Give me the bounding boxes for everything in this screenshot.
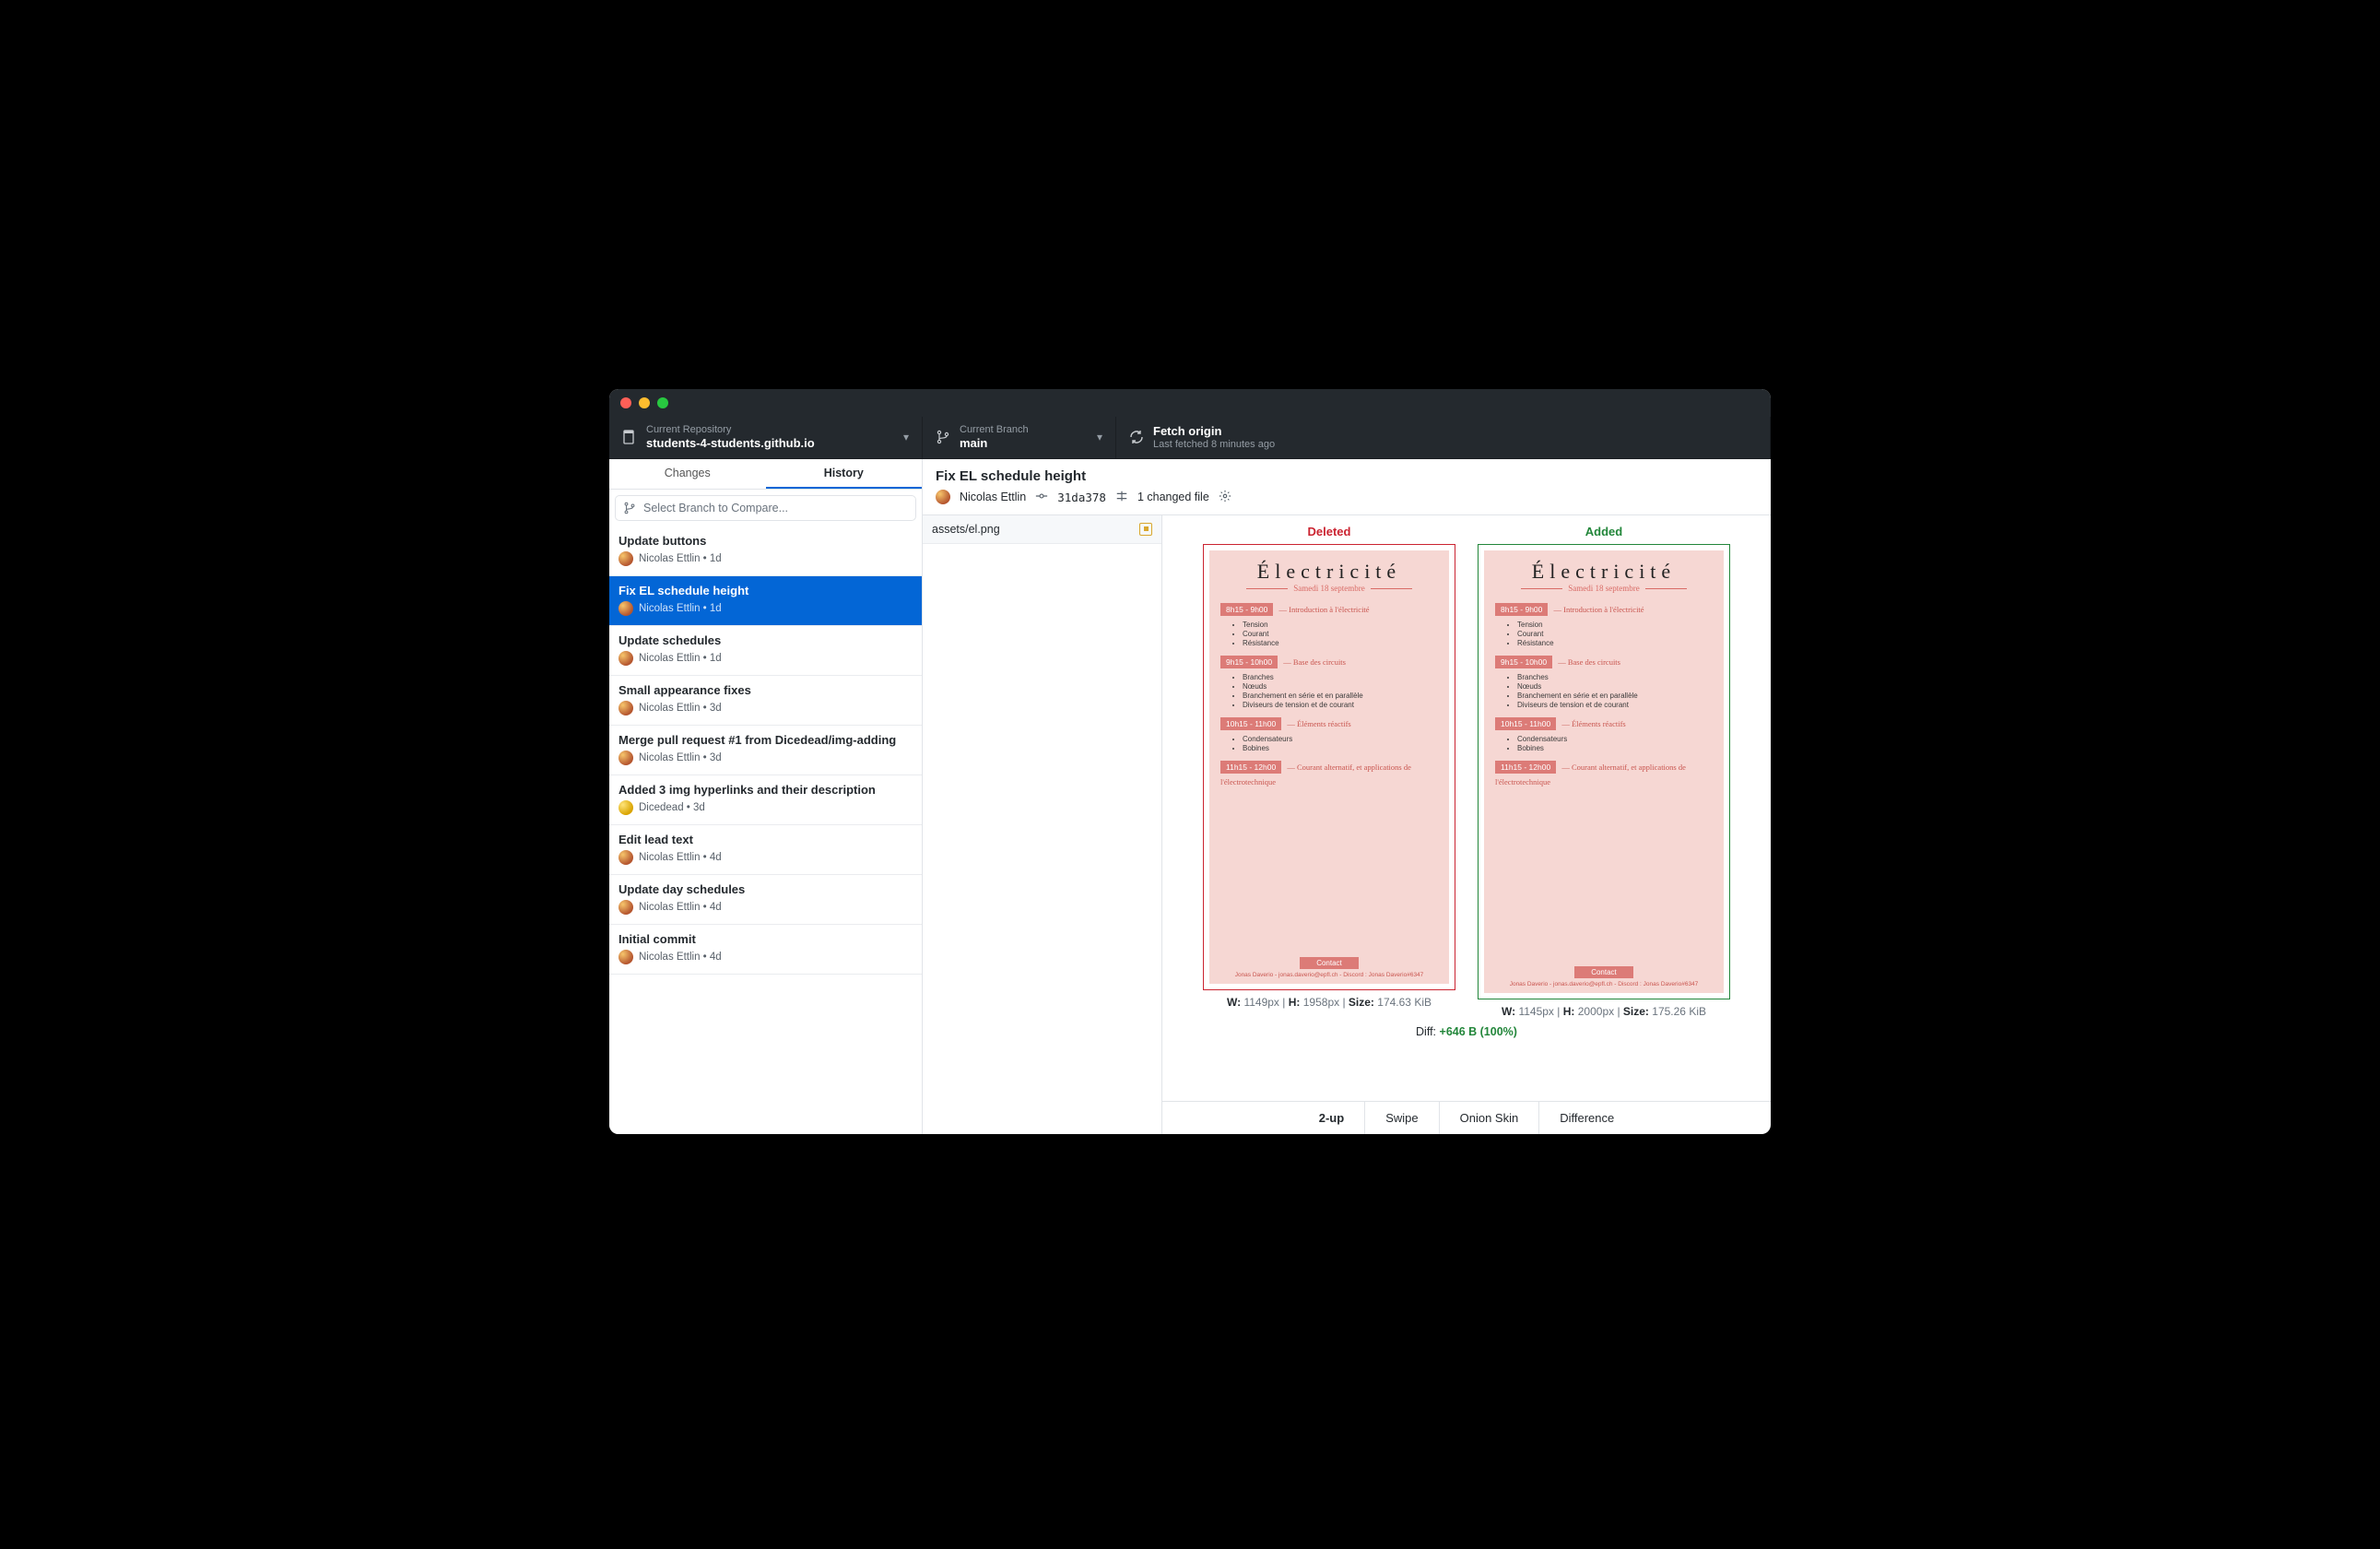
titlebar [609, 389, 1771, 417]
view-tab-difference[interactable]: Difference [1539, 1102, 1634, 1134]
tab-changes[interactable]: Changes [609, 459, 766, 489]
commit-item[interactable]: Added 3 img hyperlinks and their descrip… [609, 775, 922, 825]
tab-history[interactable]: History [766, 459, 923, 489]
branch-icon [936, 430, 950, 444]
avatar [619, 751, 633, 765]
repo-icon [622, 430, 637, 444]
chevron-down-icon: ▾ [1097, 431, 1102, 443]
commit-item[interactable]: Edit lead text Nicolas Ettlin • 4d [609, 825, 922, 875]
changed-files: 1 changed file [1137, 491, 1209, 503]
sidebar-tabs: Changes History [609, 459, 922, 490]
commit-item[interactable]: Fix EL schedule height Nicolas Ettlin • 1… [609, 576, 922, 626]
added-label: Added [1478, 525, 1730, 538]
branch-compare-select[interactable]: Select Branch to Compare... [615, 495, 916, 521]
avatar [619, 651, 633, 666]
commit-icon [1035, 490, 1048, 505]
commit-item-title: Merge pull request #1 from Dicedead/img-… [619, 733, 913, 747]
commit-list: Update buttonsNicolas Ettlin • 1dFix EL … [609, 526, 922, 975]
file-path: assets/el.png [932, 523, 1000, 536]
avatar [619, 551, 633, 566]
commit-item-meta: Nicolas Ettlin • 4d [619, 850, 913, 865]
commit-item-title: Update day schedules [619, 882, 913, 896]
avatar [619, 900, 633, 915]
commit-item-meta: Nicolas Ettlin • 3d [619, 751, 913, 765]
file-item[interactable]: assets/el.png [923, 515, 1161, 544]
commit-item-meta: Nicolas Ettlin • 1d [619, 601, 913, 616]
avatar [619, 950, 633, 964]
commit-item-meta: Nicolas Ettlin • 1d [619, 551, 913, 566]
diff-size-line: Diff: +646 B (100%) [1175, 1025, 1758, 1038]
sidebar: Changes History Select Branch to Compare… [609, 459, 923, 1134]
diff-deleted-column: Deleted ÉlectricitéSamedi 18 septembre8h… [1203, 525, 1455, 1018]
branch-compare-placeholder: Select Branch to Compare... [643, 502, 788, 514]
commit-item-title: Update buttons [619, 534, 913, 548]
branch-name: main [960, 436, 1029, 451]
commit-item-meta: Nicolas Ettlin • 4d [619, 950, 913, 964]
view-tab-swipe[interactable]: Swipe [1365, 1102, 1439, 1134]
commit-item[interactable]: Update day schedules Nicolas Ettlin • 4d [609, 875, 922, 925]
sync-icon [1129, 430, 1144, 444]
branch-icon [623, 502, 636, 514]
minimize-window-button[interactable] [639, 397, 650, 408]
commit-item-meta: Nicolas Ettlin • 3d [619, 701, 913, 715]
chevron-down-icon: ▾ [903, 431, 909, 443]
avatar [936, 490, 950, 504]
close-window-button[interactable] [620, 397, 631, 408]
deleted-image: ÉlectricitéSamedi 18 septembre8h15 - 9h0… [1203, 544, 1455, 990]
fetch-subtitle: Last fetched 8 minutes ago [1153, 439, 1275, 451]
commit-item-title: Small appearance fixes [619, 683, 913, 697]
branch-selector[interactable]: Current Branch main ▾ [923, 417, 1116, 458]
repo-name: students-4-students.github.io [646, 436, 815, 451]
gear-icon[interactable] [1219, 490, 1231, 505]
commit-item-title: Initial commit [619, 932, 913, 946]
file-list: assets/el.png [923, 515, 1162, 1134]
fetch-origin-button[interactable]: Fetch origin Last fetched 8 minutes ago [1116, 417, 1771, 458]
avatar [619, 800, 633, 815]
commit-item-title: Added 3 img hyperlinks and their descrip… [619, 783, 913, 797]
commit-title: Fix EL schedule height [936, 468, 1758, 484]
header-bar: Current Repository students-4-students.g… [609, 417, 1771, 459]
avatar [619, 850, 633, 865]
commit-sha: 31da378 [1057, 491, 1106, 504]
added-image: ÉlectricitéSamedi 18 septembre8h15 - 9h0… [1478, 544, 1730, 999]
diff-view-tabs: 2-upSwipeOnion SkinDifference [1162, 1101, 1771, 1134]
commit-item-meta: Dicedead • 3d [619, 800, 913, 815]
commit-item-meta: Nicolas Ettlin • 1d [619, 651, 913, 666]
commit-item[interactable]: Update buttons Nicolas Ettlin • 1d [609, 526, 922, 576]
app-window: Current Repository students-4-students.g… [609, 389, 1771, 1134]
diff-icon [1115, 490, 1128, 505]
commit-author: Nicolas Ettlin [960, 491, 1026, 503]
diff-added-column: Added ÉlectricitéSamedi 18 septembre8h15… [1478, 525, 1730, 1018]
repo-label: Current Repository [646, 424, 815, 436]
deleted-image-meta: W: 1149px | H: 1958px | Size: 174.63 KiB [1203, 996, 1455, 1009]
fetch-title: Fetch origin [1153, 424, 1275, 439]
diff-viewer: Deleted ÉlectricitéSamedi 18 septembre8h… [1162, 515, 1771, 1101]
repo-selector[interactable]: Current Repository students-4-students.g… [609, 417, 923, 458]
commit-header: Fix EL schedule height Nicolas Ettlin 31… [923, 459, 1771, 515]
commit-item-title: Update schedules [619, 633, 913, 647]
added-image-meta: W: 1145px | H: 2000px | Size: 175.26 KiB [1478, 1005, 1730, 1018]
commit-item[interactable]: Update schedules Nicolas Ettlin • 1d [609, 626, 922, 676]
branch-label: Current Branch [960, 424, 1029, 436]
maximize-window-button[interactable] [657, 397, 668, 408]
commit-item[interactable]: Initial commit Nicolas Ettlin • 4d [609, 925, 922, 975]
view-tab-2-up[interactable]: 2-up [1299, 1102, 1365, 1134]
modified-icon [1139, 523, 1152, 536]
commit-item-title: Edit lead text [619, 833, 913, 846]
deleted-label: Deleted [1203, 525, 1455, 538]
commit-item[interactable]: Small appearance fixes Nicolas Ettlin • 3… [609, 676, 922, 726]
commit-item-title: Fix EL schedule height [619, 584, 913, 597]
avatar [619, 701, 633, 715]
avatar [619, 601, 633, 616]
commit-item-meta: Nicolas Ettlin • 4d [619, 900, 913, 915]
view-tab-onion-skin[interactable]: Onion Skin [1440, 1102, 1540, 1134]
commit-item[interactable]: Merge pull request #1 from Dicedead/img-… [609, 726, 922, 775]
